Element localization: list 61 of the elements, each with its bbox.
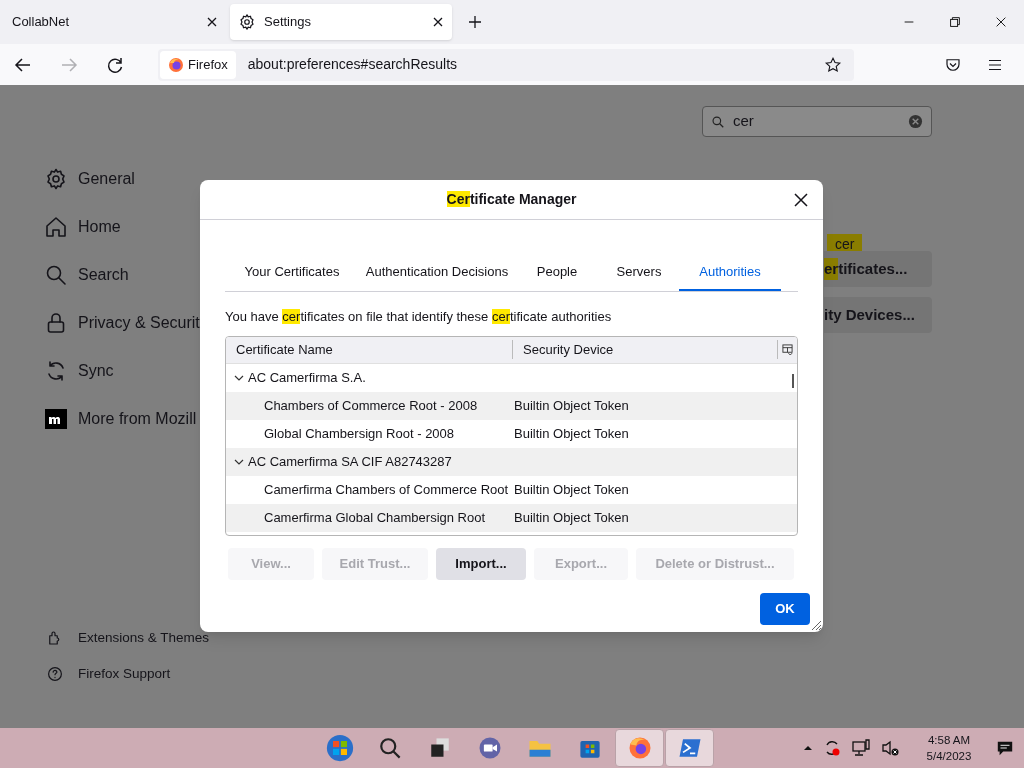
close-icon[interactable] — [206, 16, 218, 28]
tree-cell[interactable]: Global Chambersign Root - 2008 — [226, 423, 514, 444]
gear-icon — [44, 166, 68, 191]
column-header[interactable]: Security Device — [513, 339, 778, 360]
browser-tab[interactable]: CollabNet — [4, 4, 226, 40]
network-icon[interactable] — [851, 738, 871, 758]
footer-link[interactable]: Extensions & Themes — [78, 627, 210, 649]
mozilla-m-icon — [44, 406, 68, 431]
url-text[interactable]: about:preferences#searchResults — [247, 54, 824, 75]
sidebar-item[interactable]: Home — [78, 214, 121, 239]
tree-cell-text: Builtin Object Token — [514, 508, 629, 527]
close-icon[interactable] — [432, 16, 444, 28]
scrollbar-thumb[interactable] — [792, 373, 794, 388]
sidebar-item[interactable]: Sync — [78, 358, 114, 383]
dialog-tab[interactable]: Authentication Decisions — [359, 255, 515, 291]
home-icon — [44, 214, 68, 239]
sidebar-item[interactable]: More from Mozill — [78, 406, 197, 431]
tree-cell-text: Builtin Object Token — [514, 424, 629, 443]
search-field[interactable]: cer — [702, 106, 932, 137]
help-icon — [46, 665, 64, 683]
close-icon[interactable] — [994, 15, 1008, 29]
tree-cell[interactable]: Camerfirma Chambers of Commerce Root — [226, 479, 514, 500]
tree-cell[interactable]: Chambers of Commerce Root - 2008 — [226, 395, 514, 416]
taskbar-button[interactable] — [665, 729, 714, 767]
column-picker-icon[interactable] — [782, 344, 793, 355]
restore-icon[interactable] — [948, 15, 962, 29]
caret-up-icon[interactable] — [803, 743, 813, 753]
star-icon[interactable] — [824, 55, 842, 74]
sidebar-item[interactable]: Privacy & Securit — [78, 310, 200, 335]
footer-link[interactable]: Firefox Support — [78, 663, 171, 685]
search-icon — [711, 114, 725, 129]
dialog-tab[interactable]: Authorities — [679, 255, 781, 291]
address-bar[interactable]: Firefox about:preferences#searchResults — [158, 48, 854, 81]
column-header[interactable]: Certificate Name — [226, 339, 513, 360]
identity-button[interactable]: Firefox — [160, 50, 236, 79]
settings-button[interactable]: ity Devices... — [824, 297, 932, 333]
gear-icon — [238, 13, 256, 31]
dialog-button[interactable]: Import... — [436, 547, 526, 580]
tree-cell-text: Builtin Object Token — [514, 396, 629, 415]
taskbar-button[interactable] — [615, 729, 664, 767]
tree-row[interactable]: AC Camerfirma S.A. — [248, 367, 366, 388]
clear-icon[interactable] — [908, 114, 923, 129]
new-tab-icon[interactable] — [468, 15, 482, 29]
ok-button[interactable]: OK — [760, 592, 810, 625]
dialog-tab[interactable]: People — [515, 255, 599, 291]
browser-tab[interactable]: Settings — [230, 4, 452, 40]
resize-grip-icon[interactable] — [810, 619, 822, 631]
dialog-tab[interactable]: Servers — [599, 255, 679, 291]
sidebar-item[interactable]: Search — [78, 262, 129, 287]
clock-date[interactable]: 5/4/2023 — [926, 748, 972, 764]
speaker-muted-icon[interactable] — [880, 738, 900, 758]
clock-time[interactable]: 4:58 AM — [927, 732, 971, 748]
close-icon[interactable] — [794, 193, 808, 207]
dialog-tab[interactable]: Your Certificates — [225, 255, 359, 291]
firefox-logo-icon — [168, 56, 184, 73]
start-orb-icon[interactable] — [325, 734, 354, 762]
tree-cell[interactable]: Camerfirma Global Chambersign Root — [226, 507, 514, 528]
highlight-tooltip: cer — [827, 234, 863, 254]
notification-icon[interactable] — [996, 739, 1014, 757]
sidebar-item[interactable]: General — [78, 166, 135, 191]
tree-cell-text: Builtin Object Token — [514, 480, 629, 499]
